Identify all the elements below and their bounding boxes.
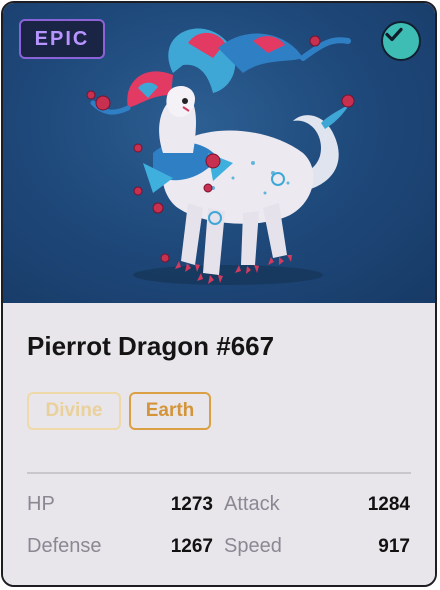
tag-divine: Divine <box>27 392 121 430</box>
creature-card[interactable]: EPIC Pierrot Dragon #667 Divine Earth HP… <box>1 1 437 587</box>
stat-value-hp: 1273 <box>170 494 213 515</box>
check-circle-icon <box>385 27 403 42</box>
stat-label-hp: HP <box>27 493 55 515</box>
verified-badge <box>381 21 421 61</box>
stat-value-defense: 1267 <box>170 536 213 557</box>
stat-value-attack: 1284 <box>367 494 410 515</box>
stat-value-speed: 917 <box>378 536 410 557</box>
rarity-badge: EPIC <box>19 19 105 59</box>
card-info-panel: Pierrot Dragon #667 Divine Earth HP 1273… <box>3 303 435 585</box>
stat-label-speed: Speed <box>224 535 282 557</box>
tag-earth: Earth <box>129 392 211 430</box>
creature-name: Pierrot Dragon #667 <box>27 331 275 361</box>
creature-artwork: EPIC <box>3 3 435 303</box>
stats-divider <box>27 472 411 474</box>
stat-label-defense: Defense <box>27 535 102 557</box>
stat-label-attack: Attack <box>224 493 280 515</box>
